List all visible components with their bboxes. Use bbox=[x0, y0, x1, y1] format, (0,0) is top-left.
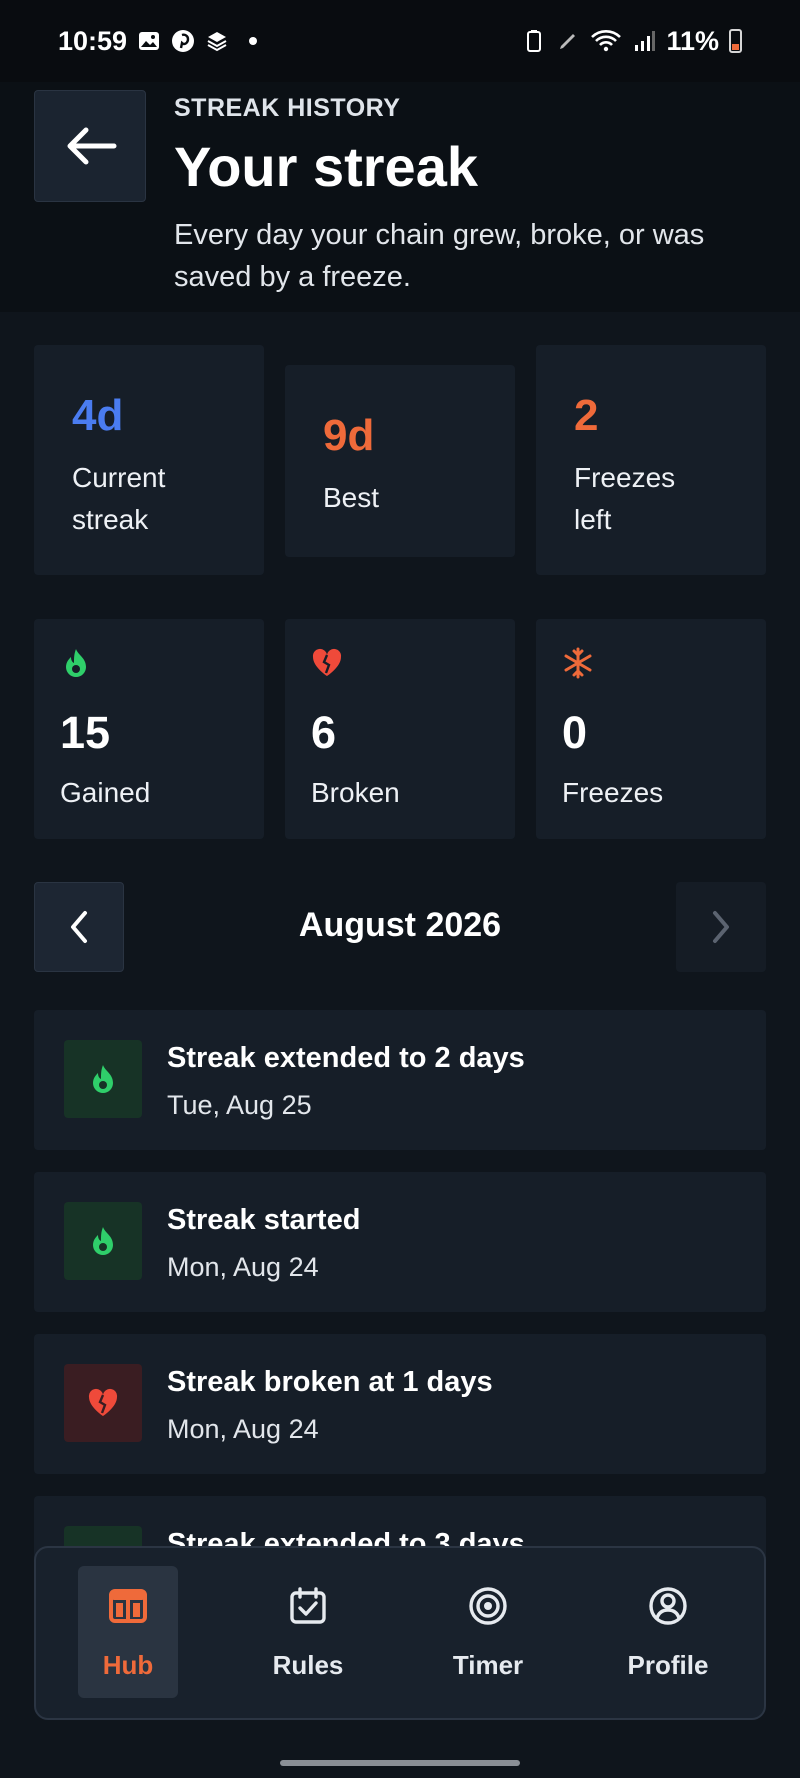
tab-rules[interactable]: Rules bbox=[258, 1566, 358, 1698]
event-title: Streak extended to 2 days bbox=[167, 1042, 525, 1074]
page-eyebrow: STREAK HISTORY bbox=[174, 94, 401, 122]
stat-value: 2 bbox=[574, 391, 599, 440]
event-title: Streak broken at 1 days bbox=[167, 1366, 493, 1398]
home-indicator[interactable] bbox=[280, 1760, 520, 1766]
event-date: Tue, Aug 25 bbox=[167, 1090, 312, 1120]
arrow-left-icon bbox=[67, 127, 117, 165]
pinterest-icon bbox=[172, 30, 195, 52]
list-item[interactable]: Streak started Mon, Aug 24 bbox=[34, 1172, 766, 1312]
tab-label: Profile bbox=[627, 1650, 709, 1680]
flame-icon bbox=[66, 649, 86, 677]
next-month-button[interactable] bbox=[676, 882, 766, 972]
target-icon bbox=[469, 1587, 507, 1625]
tab-label: Hub bbox=[102, 1650, 154, 1680]
count-value: 0 bbox=[562, 707, 588, 758]
chevron-right-icon bbox=[713, 911, 729, 943]
event-date: Mon, Aug 24 bbox=[167, 1252, 319, 1282]
count-value: 6 bbox=[311, 707, 337, 758]
count-card-freezes: 0 Freezes bbox=[536, 619, 766, 839]
calendar-check-icon bbox=[290, 1587, 326, 1624]
notification-dot bbox=[249, 37, 258, 45]
tab-profile[interactable]: Profile bbox=[618, 1566, 718, 1698]
count-value: 15 bbox=[60, 707, 111, 758]
page-title: Your streak bbox=[174, 135, 478, 198]
tab-label: Rules bbox=[272, 1650, 344, 1680]
user-circle-icon bbox=[649, 1587, 687, 1625]
battery-icon bbox=[729, 29, 742, 53]
pen-icon bbox=[560, 34, 576, 49]
stat-value: 9d bbox=[323, 411, 375, 460]
count-card-broken: 6 Broken bbox=[285, 619, 515, 839]
flame-icon bbox=[93, 1065, 113, 1093]
stat-label: Best bbox=[323, 482, 380, 513]
status-bar: 10:59 11% bbox=[0, 0, 800, 82]
event-icon-box bbox=[64, 1040, 142, 1118]
app-notification-icon bbox=[207, 32, 227, 52]
event-icon-box bbox=[64, 1202, 142, 1280]
month-navigation: August 2026 bbox=[34, 882, 766, 974]
stat-card-best: 9d Best bbox=[285, 365, 515, 557]
event-title: Streak started bbox=[167, 1204, 361, 1236]
tab-timer[interactable]: Timer bbox=[438, 1566, 538, 1698]
signal-icon bbox=[635, 31, 656, 51]
count-card-gained: 15 Gained bbox=[34, 619, 264, 839]
status-time: 10:59 bbox=[58, 25, 128, 56]
count-label: Broken bbox=[311, 777, 400, 808]
page-subtitle: Every day your chain grew, broke, or was… bbox=[174, 219, 705, 293]
battery-saver-icon bbox=[527, 30, 542, 52]
stat-card-freezes-left: 2 Freezes left bbox=[536, 345, 766, 575]
gallery-icon bbox=[139, 32, 160, 50]
stat-card-current-streak: 4d Current streak bbox=[34, 345, 264, 575]
count-label: Gained bbox=[60, 777, 151, 808]
list-item[interactable]: Streak broken at 1 days Mon, Aug 24 bbox=[34, 1334, 766, 1474]
event-icon-box bbox=[64, 1364, 142, 1442]
layout-icon bbox=[109, 1589, 147, 1623]
wifi-icon bbox=[591, 30, 622, 52]
page-header: STREAK HISTORY Your streak Every day you… bbox=[0, 82, 800, 312]
tab-label: Timer bbox=[452, 1650, 524, 1680]
broken-heart-icon bbox=[312, 648, 342, 676]
flame-icon bbox=[93, 1227, 113, 1255]
broken-heart-icon bbox=[88, 1388, 118, 1416]
stat-label: Freezes left bbox=[574, 462, 676, 535]
snowflake-icon bbox=[564, 647, 592, 679]
list-item[interactable]: Streak extended to 2 days Tue, Aug 25 bbox=[34, 1010, 766, 1150]
event-date: Mon, Aug 24 bbox=[167, 1414, 319, 1444]
back-button[interactable] bbox=[34, 90, 146, 202]
stat-label: Current streak bbox=[72, 462, 166, 535]
tab-hub[interactable]: Hub bbox=[78, 1566, 178, 1698]
current-month-label: August 2026 bbox=[298, 906, 502, 944]
bottom-tab-bar: Hub Rules Timer Profile bbox=[34, 1546, 766, 1720]
stat-value: 4d bbox=[72, 391, 124, 440]
count-label: Freezes bbox=[562, 777, 664, 808]
battery-percent: 11% bbox=[666, 25, 719, 56]
